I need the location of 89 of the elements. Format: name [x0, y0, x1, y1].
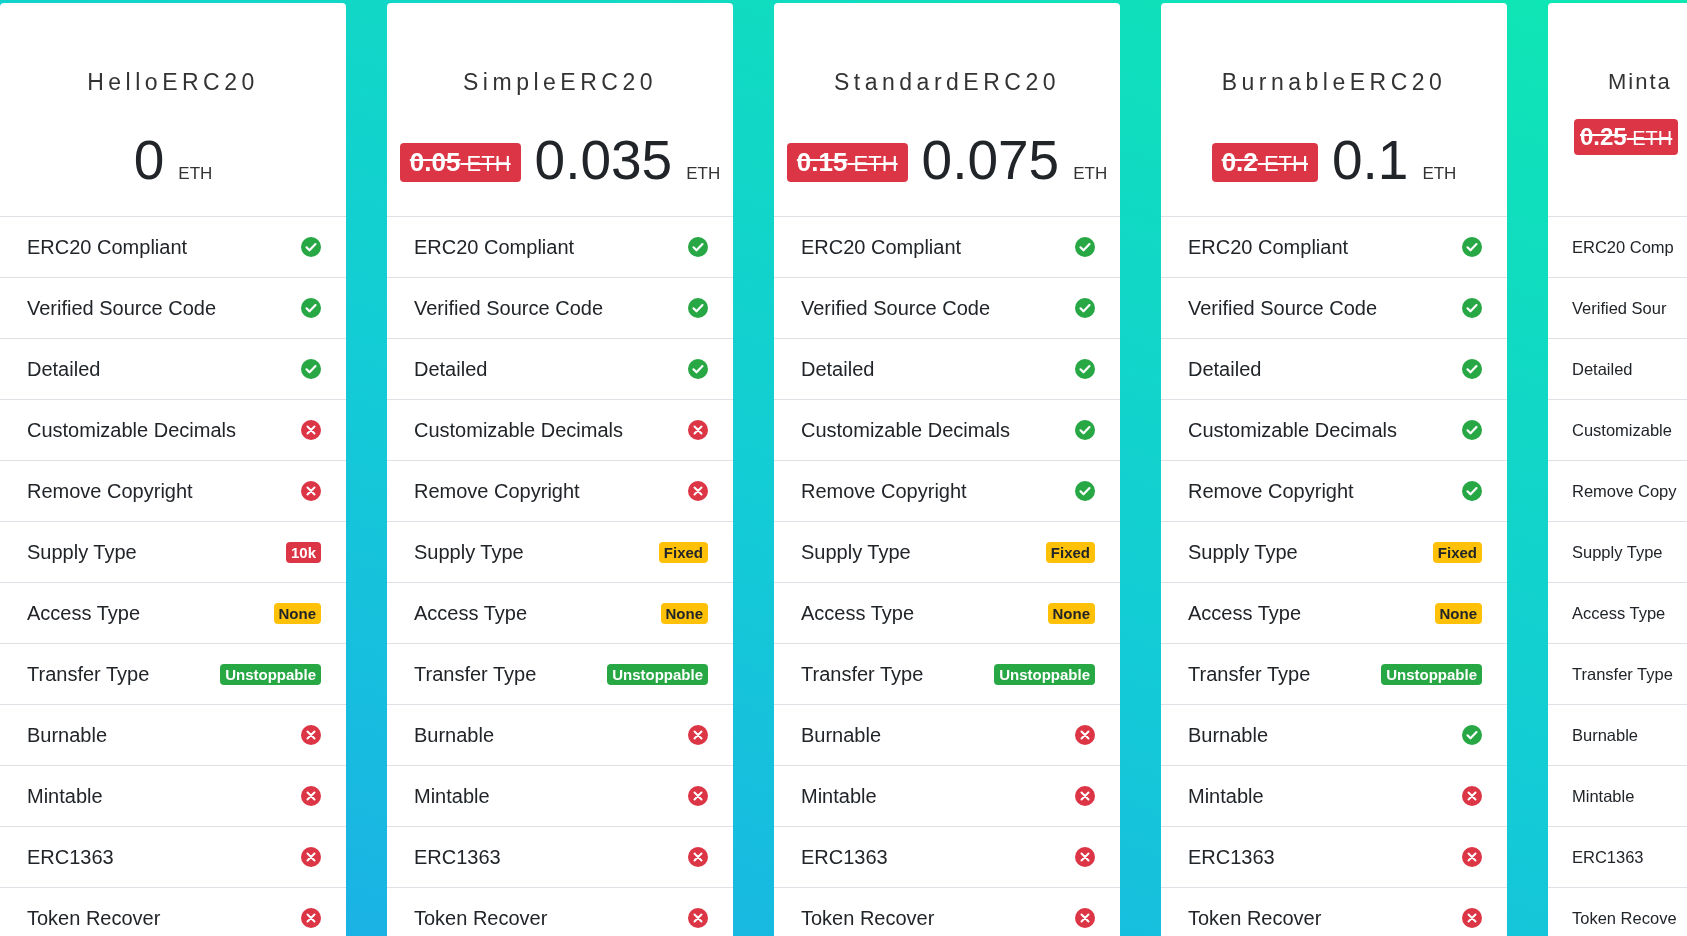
- feature-label: Token Recover: [1188, 906, 1322, 930]
- feature-label: Detailed: [414, 357, 488, 381]
- plan-title: HelloERC20: [87, 69, 259, 96]
- feature-label: Token Recover: [27, 906, 161, 930]
- feature-label: Mintable: [1188, 784, 1264, 808]
- feature-badge: 10k: [285, 541, 321, 563]
- feature-label: Transfer Type: [1188, 662, 1311, 686]
- feature-badge: Fixed: [1432, 541, 1482, 563]
- currency-unit: ETH: [1073, 164, 1108, 184]
- feature-badge: None: [273, 602, 321, 624]
- feature-label: Detailed: [1188, 357, 1262, 381]
- feature-label: Mintable: [27, 784, 103, 808]
- feature-label: Verified Source Code: [27, 296, 216, 320]
- plan-title: StandardERC20: [834, 69, 1060, 96]
- feature-badge: Unstoppable: [607, 663, 708, 685]
- feature-label: Supply Type: [1572, 542, 1663, 562]
- feature-label: Burnable: [801, 723, 882, 747]
- feature-label: Customizable Decimals: [414, 418, 623, 442]
- price: 0.035: [534, 128, 673, 192]
- plan-title: SimpleERC20: [463, 69, 657, 96]
- feature-label: ERC20 Compliant: [1188, 235, 1349, 259]
- feature-label: Transfer Type: [1572, 664, 1673, 684]
- feature-label: ERC1363: [801, 845, 888, 869]
- feature-label: Customizable Decimals: [801, 418, 1010, 442]
- feature-label: Mintable: [1572, 786, 1635, 806]
- feature-label: Transfer Type: [414, 662, 537, 686]
- feature-label: Mintable: [414, 784, 490, 808]
- feature-label: Remove Copyright: [414, 479, 580, 503]
- feature-label: Access Type: [414, 601, 528, 625]
- feature-label: Token Recove: [1572, 908, 1677, 928]
- feature-label: Transfer Type: [27, 662, 150, 686]
- feature-label: ERC1363: [414, 845, 501, 869]
- old-price-badge: 0.05 ETH: [399, 143, 521, 182]
- feature-label: Remove Copyright: [801, 479, 967, 503]
- feature-label: Burnable: [27, 723, 108, 747]
- feature-label: Detailed: [27, 357, 101, 381]
- feature-label: Token Recover: [801, 906, 935, 930]
- feature-label: Detailed: [801, 357, 875, 381]
- feature-label: Access Type: [1188, 601, 1302, 625]
- feature-label: Verified Source Code: [1188, 296, 1377, 320]
- feature-label: ERC1363: [27, 845, 114, 869]
- feature-label: Token Recover: [414, 906, 548, 930]
- feature-label: Verified Source Code: [801, 296, 990, 320]
- feature-badge: None: [1047, 602, 1095, 624]
- feature-label: Verified Source Code: [414, 296, 603, 320]
- feature-label: Customizable: [1572, 420, 1672, 440]
- feature-label: Customizable Decimals: [27, 418, 236, 442]
- old-price-badge: 0.15 ETH: [786, 143, 908, 182]
- price: 0.1: [1331, 128, 1409, 192]
- feature-badge: Unstoppable: [1381, 663, 1482, 685]
- feature-label: Burnable: [414, 723, 495, 747]
- feature-label: ERC20 Compliant: [801, 235, 962, 259]
- feature-label: ERC1363: [1188, 845, 1275, 869]
- old-price-badge: 0.2 ETH: [1211, 143, 1318, 182]
- currency-unit: ETH: [686, 164, 721, 184]
- feature-label: Detailed: [1572, 359, 1633, 379]
- feature-label: Access Type: [1572, 603, 1666, 623]
- feature-label: ERC20 Comp: [1572, 237, 1674, 257]
- feature-badge: Unstoppable: [994, 663, 1095, 685]
- feature-label: Mintable: [801, 784, 877, 808]
- feature-label: Burnable: [1572, 725, 1639, 745]
- feature-label: ERC20 Compliant: [27, 235, 188, 259]
- feature-label: Supply Type: [1188, 540, 1298, 564]
- plan-title: Minta: [1608, 69, 1672, 95]
- feature-label: Supply Type: [414, 540, 524, 564]
- feature-label: ERC1363: [1572, 847, 1644, 867]
- currency-unit: ETH: [178, 164, 213, 184]
- feature-label: Supply Type: [801, 540, 911, 564]
- feature-label: Access Type: [27, 601, 141, 625]
- feature-badge: Fixed: [1045, 541, 1095, 563]
- feature-label: Verified Sour: [1572, 298, 1667, 318]
- feature-label: Burnable: [1188, 723, 1269, 747]
- feature-label: Customizable Decimals: [1188, 418, 1397, 442]
- old-price-badge: 0.25 ETH: [1574, 119, 1679, 155]
- feature-label: Remove Copy: [1572, 481, 1677, 501]
- feature-label: ERC20 Compliant: [414, 235, 575, 259]
- feature-label: Transfer Type: [801, 662, 924, 686]
- feature-label: Remove Copyright: [1188, 479, 1354, 503]
- feature-badge: None: [1434, 602, 1482, 624]
- feature-badge: Unstoppable: [220, 663, 321, 685]
- feature-badge: Fixed: [658, 541, 708, 563]
- feature-label: Access Type: [801, 601, 915, 625]
- feature-badge: None: [660, 602, 708, 624]
- feature-label: Remove Copyright: [27, 479, 193, 503]
- price: 0: [133, 128, 165, 192]
- plan-title: BurnableERC20: [1221, 69, 1447, 96]
- feature-label: Supply Type: [27, 540, 137, 564]
- currency-unit: ETH: [1422, 164, 1457, 184]
- price: 0.075: [921, 128, 1060, 192]
